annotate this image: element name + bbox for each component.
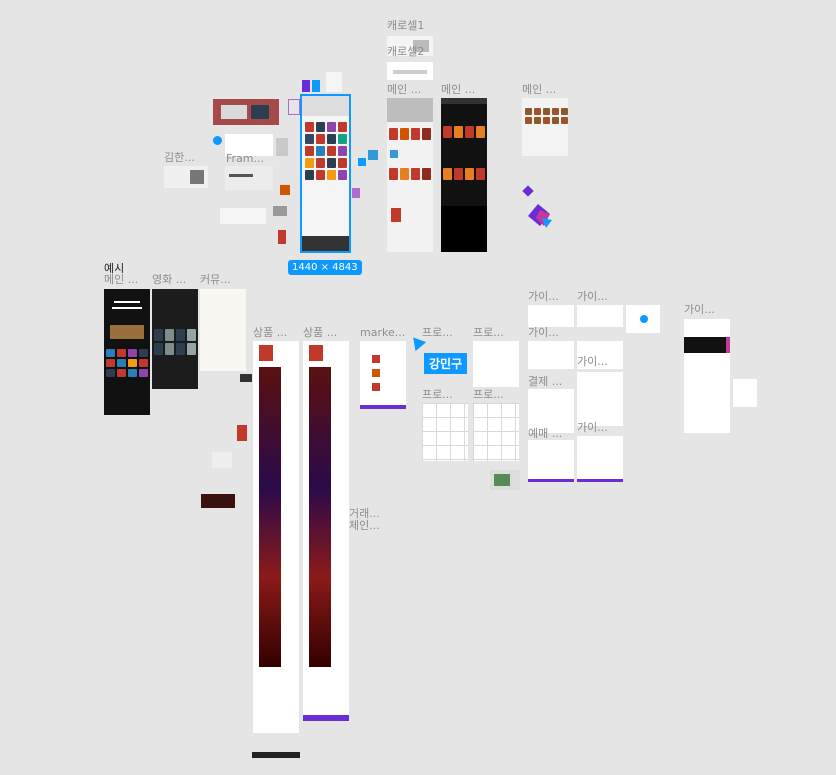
frame-main-4[interactable] — [104, 289, 150, 415]
frame-banner-small[interactable] — [213, 99, 279, 125]
frame-guide-side[interactable] — [733, 379, 757, 407]
figma-canvas[interactable]: 캐로셀1 캐로셀2 메인 ... 메인 ... 메인 ... 1440 × 48… — [0, 0, 836, 775]
frame-selected-main[interactable] — [300, 94, 351, 253]
frame-thumbnail-small[interactable] — [490, 470, 520, 490]
component-outline[interactable] — [288, 99, 300, 115]
frame-pro-2[interactable] — [473, 341, 519, 387]
frame-label-kim[interactable]: 김한... — [164, 152, 195, 164]
frame-label-pro-4[interactable]: 프로... — [473, 389, 504, 401]
frame-label-product-1[interactable]: 상품 ... — [253, 327, 287, 339]
frame-label-marke[interactable]: marke... — [360, 327, 405, 339]
user-avatar-icon[interactable] — [213, 136, 222, 145]
frame-label-payment[interactable]: 결제 ... — [528, 376, 562, 388]
frame-label-main-1[interactable]: 메인 ... — [387, 84, 421, 96]
frame-fram[interactable] — [225, 166, 273, 190]
frame-label-guide-1[interactable]: 가이... — [528, 291, 559, 303]
frame-label-reserve[interactable]: 예매 ... — [528, 428, 562, 440]
collaborator-name-tag: 강민구 — [424, 353, 468, 374]
frame-label-guide-6[interactable]: 가이... — [577, 422, 608, 434]
frame-community[interactable] — [200, 289, 246, 371]
frame-label-community[interactable]: 커뮤... — [200, 274, 231, 286]
frame-label-guide-5[interactable]: 가이... — [577, 356, 608, 368]
frame-reserve[interactable] — [528, 440, 574, 482]
frame-label-main-3[interactable]: 메인 ... — [522, 84, 556, 96]
frame-label-carousel1[interactable]: 캐로셀1 — [387, 20, 424, 32]
frame-main-1[interactable] — [387, 98, 433, 252]
frame-label-main-4[interactable]: 메인 ... — [104, 274, 138, 286]
frame-label-main-2[interactable]: 메인 ... — [441, 84, 475, 96]
frame-label-chain[interactable]: 체인... — [349, 520, 380, 532]
frame-main-2[interactable] — [441, 98, 487, 252]
frame-product-1[interactable] — [253, 341, 299, 733]
frame-label-guide-3[interactable]: 가이... — [684, 304, 715, 316]
frame-guide-extra[interactable] — [626, 305, 660, 333]
frame-guide-4[interactable] — [528, 341, 574, 369]
frame-label-frame[interactable]: Fram... — [226, 153, 264, 165]
frame-reserve-2[interactable] — [577, 436, 623, 482]
brand-logo-icon[interactable] — [524, 200, 554, 230]
frame-label-carousel2[interactable]: 캐로셀2 — [387, 46, 424, 58]
frame-label-pro-3[interactable]: 프로... — [422, 389, 453, 401]
frame-movie[interactable] — [152, 289, 198, 389]
frame-label-guide-2[interactable]: 가이... — [577, 291, 608, 303]
frame-guide-6-panel[interactable] — [577, 372, 623, 426]
frame-carousel2[interactable] — [387, 62, 433, 80]
frame-pro-3[interactable] — [422, 403, 468, 461]
frame-label-movie[interactable]: 영화 ... — [152, 274, 186, 286]
frame-guide-1[interactable] — [528, 305, 574, 327]
frame-label-product-2[interactable]: 상품 ... — [303, 327, 337, 339]
frame-guide-2[interactable] — [577, 305, 623, 327]
frame-label-pro-2[interactable]: 프로... — [473, 327, 504, 339]
component-diamond-icon[interactable] — [522, 185, 534, 197]
frame-kim[interactable] — [164, 166, 208, 188]
frame-pro-4[interactable] — [473, 403, 519, 461]
frame-guide-3[interactable] — [684, 319, 730, 433]
frame-product-2[interactable] — [303, 341, 349, 721]
frame-icon-row[interactable] — [220, 208, 266, 224]
selection-size-badge: 1440 × 4843 — [288, 260, 362, 275]
frame-label-pro-1[interactable]: 프로... — [422, 327, 453, 339]
frame-label-guide-4[interactable]: 가이... — [528, 327, 559, 339]
frame-main-3[interactable] — [522, 98, 568, 156]
frame-marke[interactable] — [360, 341, 406, 409]
